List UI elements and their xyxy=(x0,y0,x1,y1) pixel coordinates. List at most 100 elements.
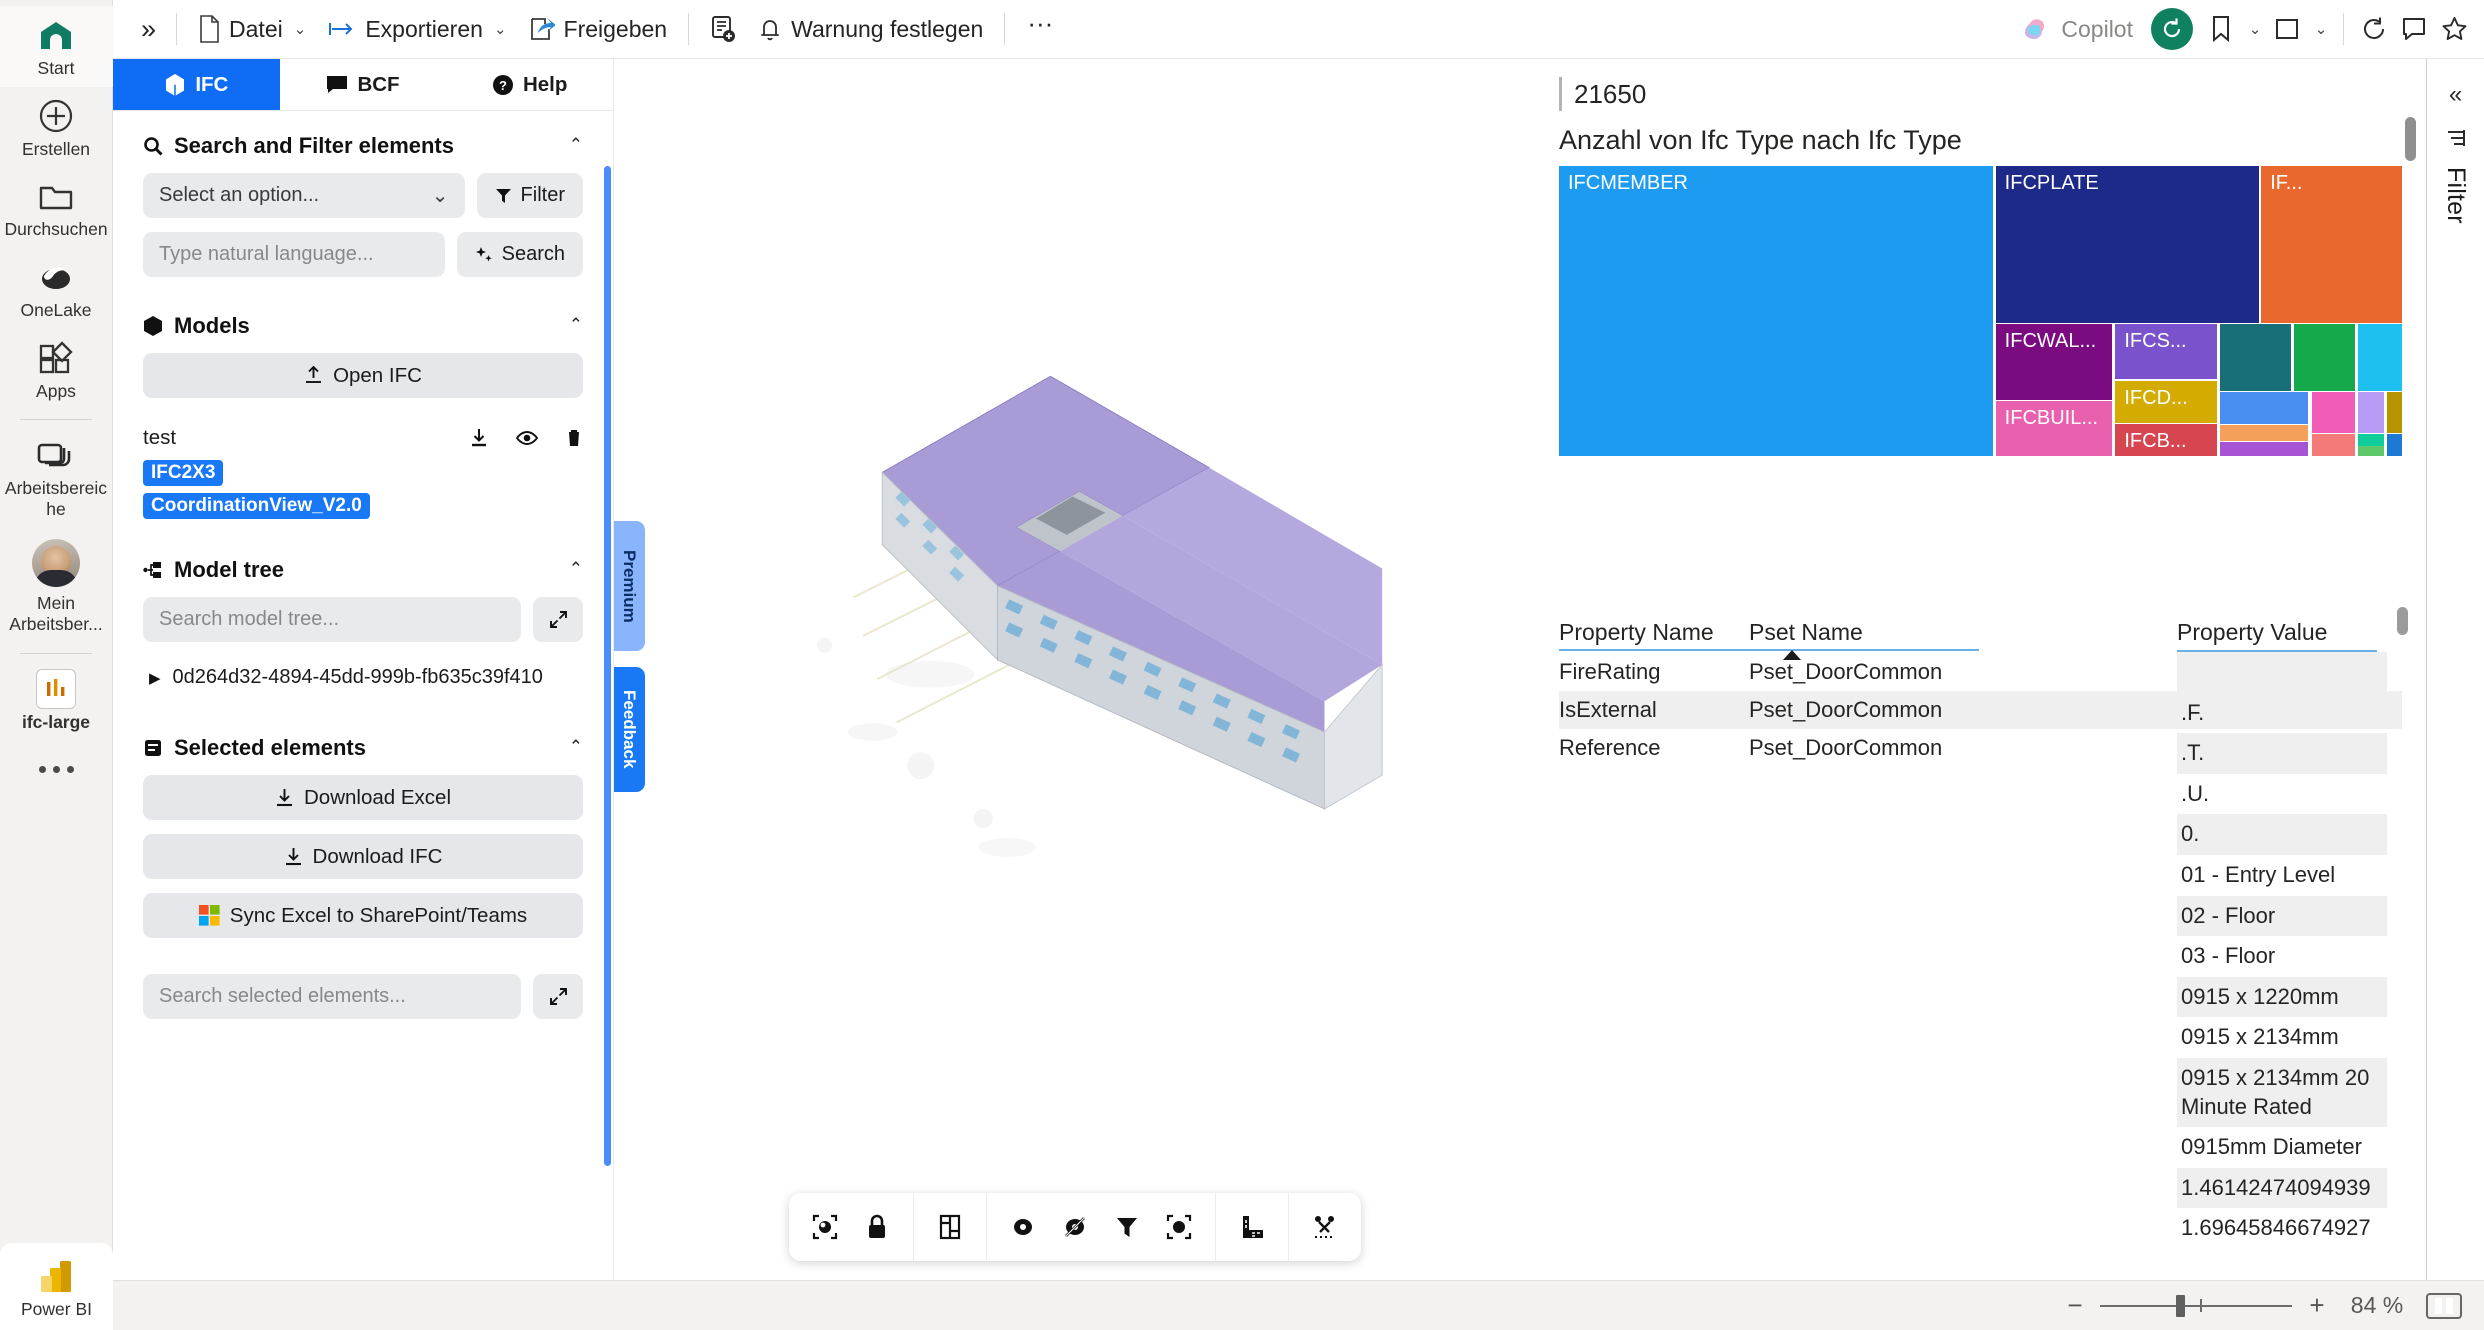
value-row[interactable]: .F. xyxy=(2177,693,2387,734)
refresh-button[interactable] xyxy=(2354,9,2394,49)
report-scrollbar[interactable] xyxy=(2405,117,2416,161)
select-mode-button[interactable] xyxy=(799,1201,851,1253)
reset-button[interactable] xyxy=(2151,8,2193,50)
sidebar-item-onelake[interactable]: OneLake xyxy=(0,248,113,329)
treemap-tile[interactable] xyxy=(2358,446,2385,456)
search-button[interactable]: Search xyxy=(456,232,583,277)
value-row[interactable]: 0915 x 2134mm xyxy=(2177,1017,2387,1058)
download-ifc-button[interactable]: Download IFC xyxy=(143,834,583,879)
treemap-tile[interactable] xyxy=(2219,324,2291,392)
treemap-tile[interactable] xyxy=(2294,324,2355,392)
option-select[interactable]: Select an option... ⌄ xyxy=(143,173,465,218)
value-column-scrollbar[interactable] xyxy=(2397,607,2408,635)
treemap-tile[interactable] xyxy=(2219,425,2309,442)
selected-expand-button[interactable] xyxy=(533,974,583,1019)
property-value-column[interactable]: Property Value .F. .T. .U. 0. 01 - Entry Lev… xyxy=(2177,619,2387,1249)
sidebar-item-arbeitsbereiche[interactable]: Arbeitsbereiche xyxy=(0,426,113,527)
file-menu-button[interactable]: Datei ⌄ xyxy=(187,8,317,50)
feedback-side-tab[interactable]: Feedback xyxy=(614,667,645,792)
section-model-tree-header[interactable]: Model tree ⌃ xyxy=(113,527,613,597)
sidebar-item-durchsuchen[interactable]: Durchsuchen xyxy=(0,167,113,248)
treemap-tile[interactable] xyxy=(2311,433,2355,456)
product-badge[interactable]: Power BI xyxy=(0,1243,113,1330)
column-header-pset-name[interactable]: Pset Name xyxy=(1749,619,1979,660)
eye-icon[interactable] xyxy=(516,430,538,446)
value-row[interactable]: 0915 x 2134mm 20 Minute Rated xyxy=(2177,1057,2387,1128)
value-row[interactable]: 01 - Entry Level xyxy=(2177,855,2387,896)
chevron-up-icon[interactable]: ⌃ xyxy=(569,559,583,579)
open-ifc-button[interactable]: Open IFC xyxy=(143,353,583,398)
model-tree-node[interactable]: ▶ 0d264d32-4894-45dd-999b-fb635c39f410 xyxy=(113,656,613,697)
value-row[interactable]: 0. xyxy=(2177,814,2387,855)
treemap-tile[interactable]: IFCMEMBER xyxy=(1559,166,1994,456)
treemap-tile[interactable] xyxy=(2311,392,2355,433)
favorite-button[interactable] xyxy=(2434,9,2474,49)
show-button[interactable] xyxy=(997,1201,1049,1253)
share-button[interactable]: Freigeben xyxy=(518,9,679,50)
zoom-out-button[interactable]: − xyxy=(2064,1290,2086,1321)
chevron-up-icon[interactable]: ⌃ xyxy=(569,737,583,757)
view-button[interactable] xyxy=(2267,9,2307,49)
model-tree-expand-button[interactable] xyxy=(533,597,583,642)
treemap-tile[interactable]: IF... xyxy=(2261,166,2402,323)
zoom-in-button[interactable]: + xyxy=(2306,1290,2328,1321)
isolate-button[interactable] xyxy=(1153,1201,1205,1253)
value-row[interactable]: 0915 x 1220mm xyxy=(2177,976,2387,1018)
section-search-filter-header[interactable]: Search and Filter elements ⌃ xyxy=(113,111,613,173)
treemap-tile[interactable]: IFCD... xyxy=(2115,380,2217,423)
comment-button[interactable] xyxy=(2394,9,2434,49)
value-row[interactable]: 1.46142474094939 xyxy=(2177,1167,2387,1209)
zoom-slider[interactable] xyxy=(2100,1294,2292,1317)
chevron-up-icon[interactable]: ⌃ xyxy=(569,135,583,155)
treemap-tile[interactable]: IFCWAL... xyxy=(1995,324,2112,400)
lock-button[interactable] xyxy=(851,1201,903,1253)
column-header-property-name[interactable]: Property Name xyxy=(1559,619,1749,646)
clip-button[interactable] xyxy=(1299,1201,1351,1253)
treemap-tile[interactable] xyxy=(2386,433,2402,456)
value-row[interactable]: 0915mm Diameter xyxy=(2177,1127,2387,1168)
subscribe-button[interactable] xyxy=(699,8,747,50)
value-row[interactable] xyxy=(2177,652,2387,693)
tab-ifc[interactable]: IFC xyxy=(113,59,280,110)
copilot-button[interactable]: Copilot xyxy=(2009,6,2143,52)
chevron-right-icon[interactable]: ▶ xyxy=(149,669,161,687)
tab-help[interactable]: ? Help xyxy=(446,59,613,110)
fit-to-page-icon[interactable] xyxy=(2426,1292,2462,1319)
kpi-card[interactable]: 21650 xyxy=(1535,59,2426,111)
more-options-button[interactable]: ··· xyxy=(1015,8,1065,51)
premium-side-tab[interactable]: Premium xyxy=(614,521,645,651)
treemap-tile[interactable]: IFCS... xyxy=(2115,324,2217,380)
panel-scrollbar[interactable] xyxy=(604,166,611,1166)
section-button[interactable] xyxy=(924,1201,976,1253)
value-row[interactable]: 03 - Floor xyxy=(2177,936,2387,977)
treemap-tile[interactable] xyxy=(2219,392,2309,425)
treemap-tile[interactable] xyxy=(2358,392,2385,433)
value-row[interactable]: .T. xyxy=(2177,733,2387,774)
treemap-tile[interactable] xyxy=(2358,433,2385,446)
treemap-visual[interactable]: IFCMEMBER IFCPLATE IF... IFCWAL... IFCBUIL..… xyxy=(1559,166,2402,456)
value-row[interactable]: 02 - Floor xyxy=(2177,895,2387,937)
treemap-tile[interactable] xyxy=(2358,324,2402,392)
treemap-tile[interactable]: IFCPLATE xyxy=(1995,166,2259,323)
sync-excel-button[interactable]: Sync Excel to SharePoint/Teams xyxy=(143,893,583,938)
sidebar-item-apps[interactable]: Apps xyxy=(0,329,113,410)
download-icon[interactable] xyxy=(469,428,489,448)
value-row[interactable]: 1.69645846674927 xyxy=(2177,1208,2387,1249)
filter-button[interactable]: Filter xyxy=(476,173,583,218)
bookmark-chevron[interactable]: ⌄ xyxy=(2241,9,2267,49)
view-chevron[interactable]: ⌄ xyxy=(2307,9,2333,49)
trash-icon[interactable] xyxy=(565,428,583,448)
selected-elements-search-input[interactable]: Search selected elements... xyxy=(143,974,521,1019)
ifc-3d-viewer[interactable]: Premium Feedback xyxy=(614,59,1535,1280)
hide-button[interactable] xyxy=(1049,1201,1101,1253)
natural-language-input[interactable]: Type natural language... xyxy=(143,232,445,277)
chevron-up-icon[interactable]: ⌃ xyxy=(569,315,583,335)
export-menu-button[interactable]: Exportieren ⌄ xyxy=(317,9,517,50)
set-alert-button[interactable]: Warnung festlegen xyxy=(747,9,994,50)
section-selected-elements-header[interactable]: Selected elements ⌃ xyxy=(113,697,613,775)
column-header-property-value[interactable]: Property Value xyxy=(2177,619,2387,650)
treemap-tile[interactable]: IFCB... xyxy=(2115,424,2217,456)
bookmark-button[interactable] xyxy=(2201,9,2241,49)
download-excel-button[interactable]: Download Excel xyxy=(143,775,583,820)
sidebar-item-ifc-large[interactable]: ifc-large xyxy=(0,660,113,741)
